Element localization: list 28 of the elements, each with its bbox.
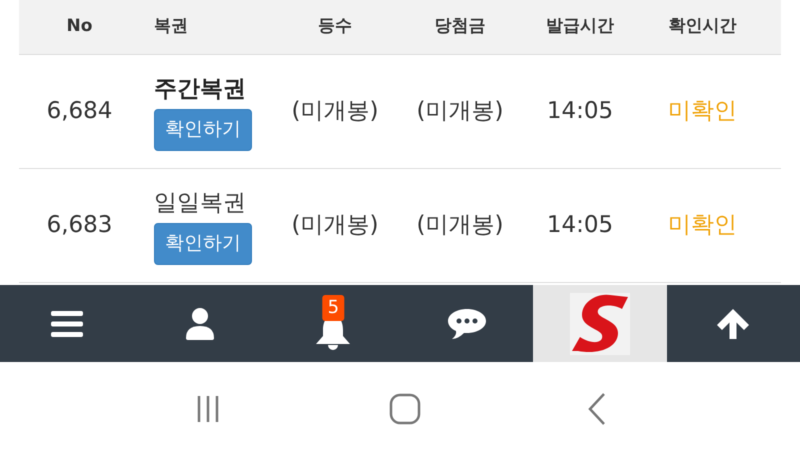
column-header: No xyxy=(66,15,92,38)
menu-icon[interactable] xyxy=(50,310,83,336)
notification-badge: 5 xyxy=(322,295,344,321)
ticket-name: 일일복권 xyxy=(154,189,246,218)
check-button[interactable]: 확인하기 xyxy=(154,108,252,151)
ticket-number: 6,683 xyxy=(46,211,112,240)
issued-time: 14:05 xyxy=(546,97,614,126)
column-header: 복권 xyxy=(154,15,188,38)
issued-time: 14:05 xyxy=(546,211,614,240)
chat-icon[interactable] xyxy=(448,308,486,338)
user-icon[interactable] xyxy=(186,308,214,340)
rank-text: (미개봉) xyxy=(292,211,378,240)
ticket-name: 주간복권 xyxy=(154,75,246,104)
logo-icon[interactable] xyxy=(570,292,630,354)
column-header: 확인시간 xyxy=(668,15,736,38)
arrow-up-icon[interactable] xyxy=(717,308,750,338)
status-text: 미확인 xyxy=(668,97,737,126)
home-icon[interactable] xyxy=(389,393,421,425)
ticket-number: 6,684 xyxy=(46,97,112,126)
prize-text: (미개봉) xyxy=(416,97,504,126)
check-button[interactable]: 확인하기 xyxy=(154,222,252,265)
rank-text: (미개봉) xyxy=(292,97,378,126)
column-header: 등수 xyxy=(318,15,352,38)
back-icon[interactable] xyxy=(587,392,607,426)
column-header: 당첨금 xyxy=(434,15,486,38)
status-text: 미확인 xyxy=(668,211,737,240)
column-header: 발급시간 xyxy=(546,15,614,38)
prize-text: (미개봉) xyxy=(416,211,504,240)
